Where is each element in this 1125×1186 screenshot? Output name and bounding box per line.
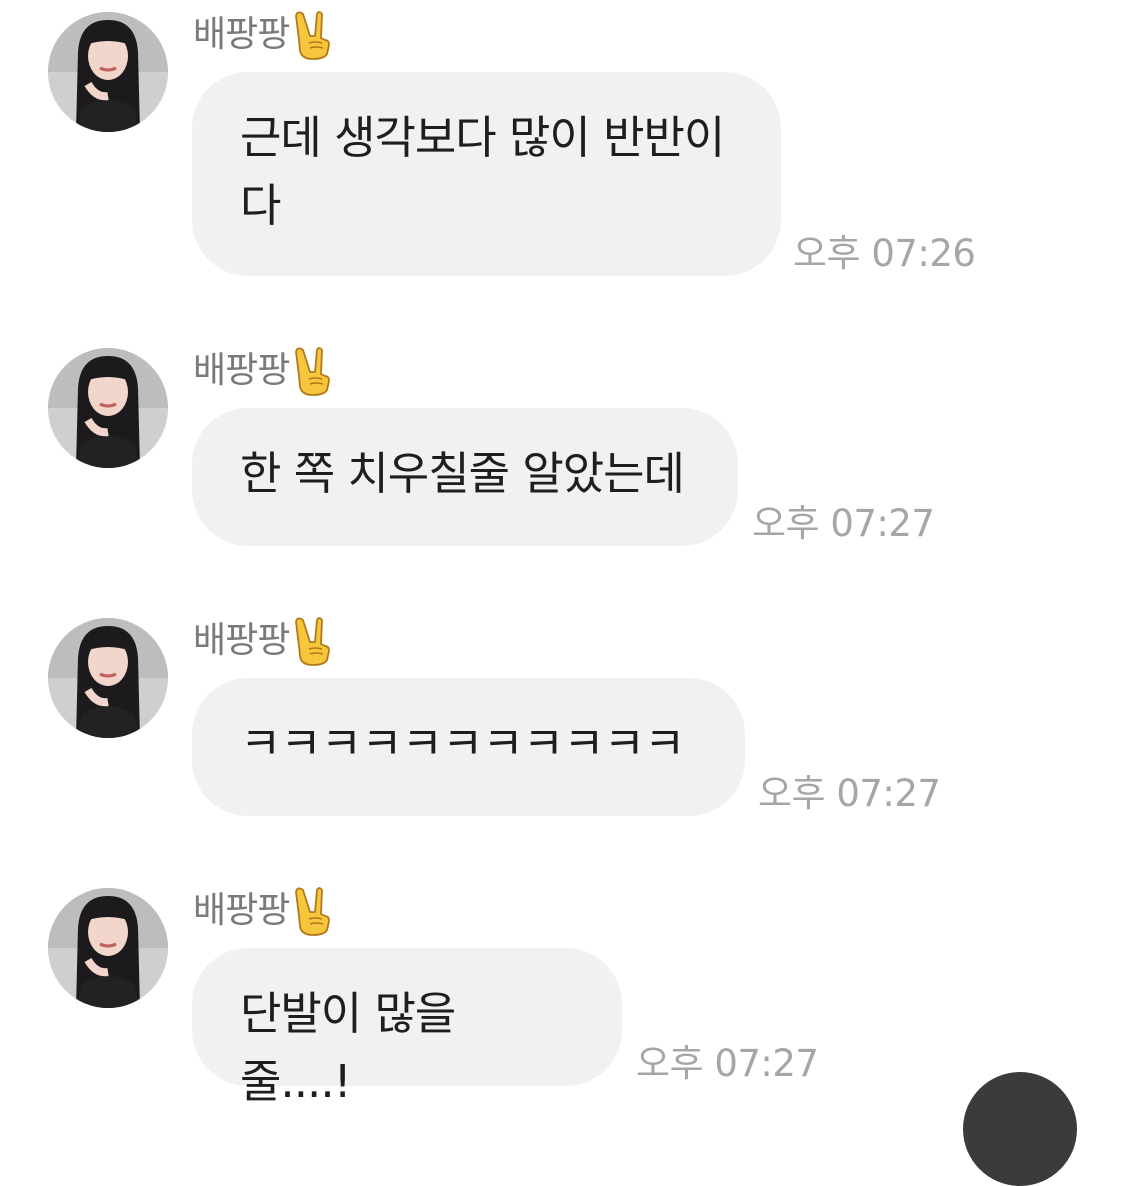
chat-thread: 배팡팡 근데 생각보다 많이 반반이 다 오후 07:26 배팡팡 한 쪽 치우… — [0, 0, 1125, 1186]
profile-photo-icon — [48, 888, 168, 1008]
message-bubble[interactable]: 근데 생각보다 많이 반반이 다 — [192, 72, 781, 276]
victory-hand-emoji-icon — [291, 346, 337, 396]
profile-photo-icon — [48, 12, 168, 132]
sender-row: 배팡팡 — [193, 10, 337, 60]
victory-hand-emoji-icon — [291, 616, 337, 666]
victory-hand-emoji-icon — [291, 10, 337, 60]
avatar[interactable] — [48, 348, 168, 468]
victory-hand-emoji-icon — [291, 886, 337, 936]
sender-name: 배팡팡 — [193, 620, 290, 661]
sender-name: 배팡팡 — [193, 14, 290, 55]
message-bubble[interactable]: 한 쪽 치우칠줄 알았는데 — [192, 408, 738, 546]
message-bubble[interactable]: 단발이 많을 줄....! — [192, 948, 622, 1108]
avatar[interactable] — [48, 618, 168, 738]
floating-action-button[interactable] — [963, 1072, 1077, 1186]
message-bubble[interactable]: ㅋㅋㅋㅋㅋㅋㅋㅋㅋㅋㅋ — [192, 678, 745, 816]
sender-name: 배팡팡 — [193, 890, 290, 931]
message-timestamp: 오후 07:27 — [752, 502, 935, 545]
message-timestamp: 오후 07:27 — [758, 772, 941, 815]
message-timestamp: 오후 07:27 — [636, 1042, 819, 1085]
sender-row: 배팡팡 — [193, 346, 337, 396]
profile-photo-icon — [48, 348, 168, 468]
sender-row: 배팡팡 — [193, 616, 337, 666]
message-timestamp: 오후 07:26 — [793, 232, 976, 275]
avatar[interactable] — [48, 12, 168, 132]
profile-photo-icon — [48, 618, 168, 738]
avatar[interactable] — [48, 888, 168, 1008]
sender-row: 배팡팡 — [193, 886, 337, 936]
sender-name: 배팡팡 — [193, 350, 290, 391]
